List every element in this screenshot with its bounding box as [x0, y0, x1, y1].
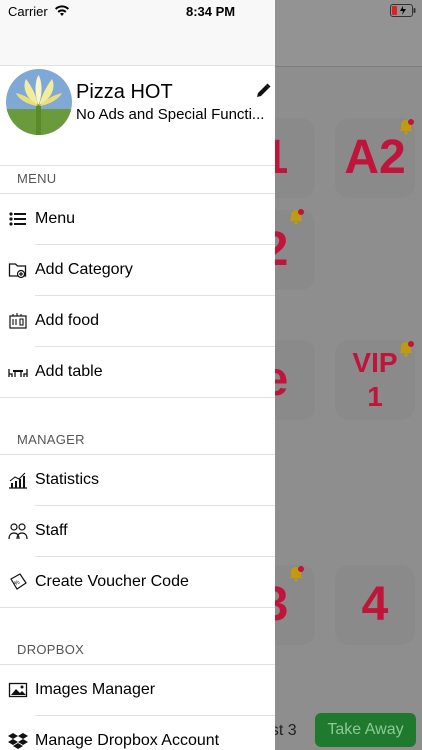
- profile-header[interactable]: Pizza HOT No Ads and Special Functi...: [0, 66, 275, 166]
- side-drawer: Pizza HOT No Ads and Special Functi... M…: [0, 0, 275, 750]
- menu-item-label: Images Manager: [35, 680, 156, 698]
- menu-item-add-table[interactable]: Add table: [0, 346, 275, 397]
- voucher-icon: %: [8, 572, 28, 592]
- menu-item-menu[interactable]: Menu: [0, 193, 275, 244]
- battery-icon: [390, 4, 416, 17]
- dropbox-icon: [8, 731, 28, 750]
- menu-item-label: Add food: [35, 311, 100, 329]
- menu-item-label: Statistics: [35, 470, 100, 488]
- wifi-icon: [54, 4, 70, 18]
- bell-icon: [397, 118, 415, 136]
- table-tile-4[interactable]: 4: [335, 565, 415, 645]
- chart-icon: [8, 470, 28, 490]
- section-title-dropbox: DROPBOX: [17, 642, 85, 657]
- profile-subtitle: No Ads and Special Functi...: [76, 106, 265, 123]
- menu-item-staff[interactable]: Staff: [0, 505, 275, 556]
- menu-item-create-voucher[interactable]: % Create Voucher Code: [0, 556, 275, 607]
- divider: [0, 165, 275, 166]
- list-icon: [8, 209, 28, 229]
- menu-item-manage-dropbox[interactable]: Manage Dropbox Account: [0, 715, 275, 750]
- table-icon: [8, 362, 28, 382]
- divider: [0, 397, 275, 398]
- bell-icon: [287, 565, 305, 583]
- folder-add-icon: [8, 260, 28, 280]
- take-away-button[interactable]: Take Away: [315, 713, 416, 747]
- divider: [0, 607, 275, 608]
- menu-item-statistics[interactable]: Statistics: [0, 454, 275, 505]
- menu-item-label: Add table: [35, 362, 103, 380]
- menu-item-label: Manage Dropbox Account: [35, 731, 220, 749]
- section-title-menu: MENU: [17, 171, 57, 186]
- background-divider: [275, 66, 422, 67]
- section-title-manager: MANAGER: [17, 432, 85, 447]
- bell-icon: [397, 340, 415, 358]
- food-icon: [8, 311, 28, 331]
- image-icon: [8, 680, 28, 700]
- carrier-label: Carrier: [8, 4, 48, 19]
- menu-item-add-category[interactable]: Add Category: [0, 244, 275, 295]
- bell-icon: [287, 208, 305, 226]
- avatar: [6, 69, 72, 135]
- menu-item-images-manager[interactable]: Images Manager: [0, 664, 275, 715]
- pencil-icon[interactable]: [254, 82, 272, 100]
- profile-name: Pizza HOT: [76, 81, 173, 103]
- menu-item-label: Add Category: [35, 260, 133, 278]
- clock: 8:34 PM: [186, 4, 236, 19]
- menu-item-label: Staff: [35, 521, 68, 539]
- menu-item-label: Menu: [35, 209, 76, 227]
- menu-item-add-food[interactable]: Add food: [0, 295, 275, 346]
- status-bar: Carrier 8:34 PM: [0, 0, 422, 24]
- menu-item-label: Create Voucher Code: [35, 572, 189, 590]
- staff-icon: [8, 521, 28, 541]
